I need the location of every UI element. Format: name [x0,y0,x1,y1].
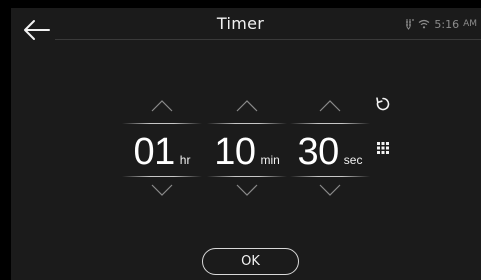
hours-top-divider [122,123,202,124]
hours-unit: hr [179,153,191,167]
seconds-increment-button[interactable] [290,96,370,116]
chevron-up-icon [319,100,341,112]
hours-increment-button[interactable] [122,96,202,116]
minutes-decrement-button[interactable] [207,180,287,200]
seconds-picker[interactable]: 30 sec [290,90,370,202]
ok-button[interactable]: OK [202,248,299,275]
status-bar: 5:16 AM [405,17,477,31]
seconds-bottom-divider [290,176,370,177]
chevron-down-icon [319,184,341,196]
seconds-value-row: 30 sec [290,130,370,174]
hours-value: 01 [133,131,176,173]
hours-decrement-button[interactable] [122,180,202,200]
minutes-top-divider [207,123,287,124]
timer-screen: Timer 5:16 AM 01 hr 10 min 30 sec OK [0,0,481,280]
clock-time: 5:16 [434,17,460,31]
minutes-bottom-divider [207,176,287,177]
chevron-up-icon [236,100,258,112]
minutes-increment-button[interactable] [207,96,287,116]
seconds-decrement-button[interactable] [290,180,370,200]
hours-value-row: 01 hr [122,130,202,174]
reset-button[interactable] [374,95,392,113]
seconds-top-divider [290,123,370,124]
keypad-button[interactable] [376,140,390,154]
reset-icon [376,97,390,111]
hours-picker[interactable]: 01 hr [122,90,202,202]
minutes-value: 10 [214,131,256,173]
minutes-value-row: 10 min [207,130,287,174]
clock-ampm: AM [463,19,477,29]
chevron-down-icon [236,184,258,196]
keypad-icon [377,142,389,154]
wifi-icon [419,19,430,29]
hours-bottom-divider [122,176,202,177]
seconds-unit: sec [343,153,363,167]
minutes-unit: min [260,153,280,167]
seconds-value: 30 [297,131,340,173]
chevron-down-icon [151,184,173,196]
header-divider [55,39,481,40]
sensor-icon [406,19,415,30]
minutes-picker[interactable]: 10 min [207,90,287,202]
chevron-up-icon [151,100,173,112]
